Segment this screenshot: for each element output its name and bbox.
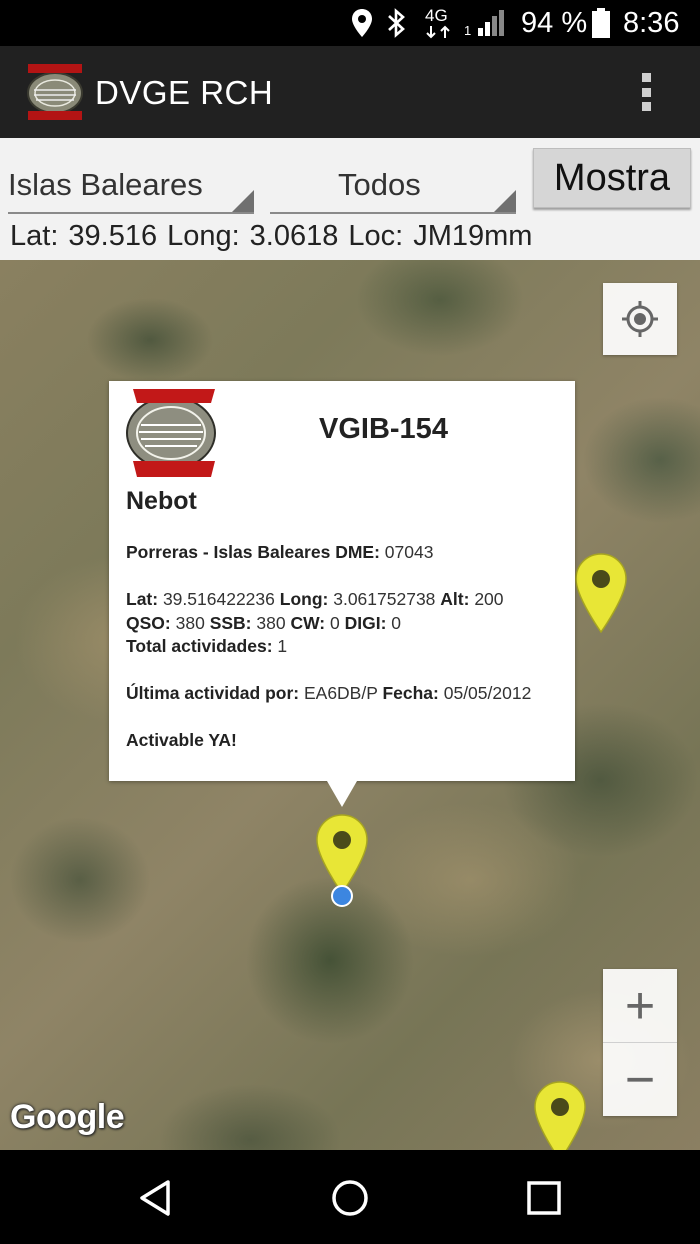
map-marker[interactable] — [533, 1080, 587, 1150]
map-view[interactable]: VGIB-154 Nebot Porreras - Islas Baleares… — [0, 260, 700, 1150]
qso-line: QSO: 380 SSB: 380 CW: 0 DIGI: 0 — [126, 612, 402, 633]
clock: 8:36 — [623, 6, 680, 39]
battery-percent: 94 % — [521, 6, 588, 39]
radio-club-henares-logo — [24, 60, 86, 122]
app-title: DVGE RCH — [95, 74, 274, 111]
back-icon[interactable] — [132, 1174, 180, 1222]
zoom-out-button[interactable]: − — [603, 1043, 677, 1116]
location-line: Porreras - Islas Baleares DME: 07043 — [126, 542, 434, 562]
loc-value: JM19mm — [413, 220, 533, 252]
zoom-in-button[interactable]: + — [603, 969, 677, 1043]
region-spinner[interactable]: Islas Baleares — [8, 150, 254, 214]
battery-icon — [591, 0, 611, 46]
type-value: Todos — [338, 167, 421, 202]
map-marker[interactable] — [574, 552, 628, 634]
sim-slot: 1 — [464, 23, 472, 38]
marker-info-window[interactable]: VGIB-154 Nebot Porreras - Islas Baleares… — [109, 381, 575, 807]
long-label: Long: — [167, 220, 240, 252]
loc-label: Loc: — [348, 220, 404, 252]
vertex-code: VGIB-154 — [319, 413, 448, 445]
filter-panel: Islas Baleares Todos Mostra Lat: 39.516 Lo… — [0, 138, 700, 260]
zoom-controls: + − — [603, 969, 677, 1116]
dropdown-arrow-icon — [494, 190, 516, 212]
long-value: 3.0618 — [249, 220, 339, 252]
navigation-bar — [0, 1150, 700, 1244]
my-location-button[interactable] — [603, 283, 677, 355]
show-button[interactable]: Mostra — [533, 148, 691, 208]
status-bar: 4G 1 94 % 8:36 — [0, 0, 700, 46]
crosshair-icon — [622, 301, 658, 337]
region-value: Islas Baleares — [8, 167, 203, 202]
selected-map-marker[interactable] — [315, 813, 369, 895]
recents-icon[interactable] — [520, 1174, 568, 1222]
my-location-dot — [331, 885, 353, 907]
last-activity-line: Última actividad por: EA6DB/P Fecha: 05/… — [126, 683, 532, 703]
info-window-pointer — [327, 781, 357, 807]
radio-club-henares-logo — [125, 385, 221, 479]
data-arrows-icon — [426, 25, 450, 39]
position-readout: Lat: 39.516 Long: 3.0618 Loc: JM19mm — [10, 220, 542, 253]
network-indicator: 4G — [425, 0, 455, 46]
location-icon — [350, 0, 374, 46]
total-line: Total actividades: 1 — [126, 636, 288, 656]
vertex-name: Nebot — [126, 487, 197, 515]
signal-icon — [476, 0, 506, 46]
bluetooth-icon — [386, 0, 408, 46]
overflow-menu-icon[interactable] — [628, 68, 664, 116]
dropdown-arrow-icon — [232, 190, 254, 212]
google-attribution: Google — [10, 1098, 125, 1136]
lat-value: 39.516 — [68, 220, 158, 252]
home-icon[interactable] — [326, 1174, 374, 1222]
coordinates-line: Lat: 39.516422236 Long: 3.061752738 Alt:… — [126, 589, 504, 609]
type-spinner[interactable]: Todos — [270, 150, 516, 214]
vertex-details: Porreras - Islas Baleares DME: 07043 Lat… — [126, 541, 566, 753]
status-line: Activable YA! — [126, 730, 237, 750]
app-bar: DVGE RCH — [0, 46, 700, 138]
lat-label: Lat: — [10, 220, 59, 252]
network-type: 4G — [425, 6, 448, 25]
